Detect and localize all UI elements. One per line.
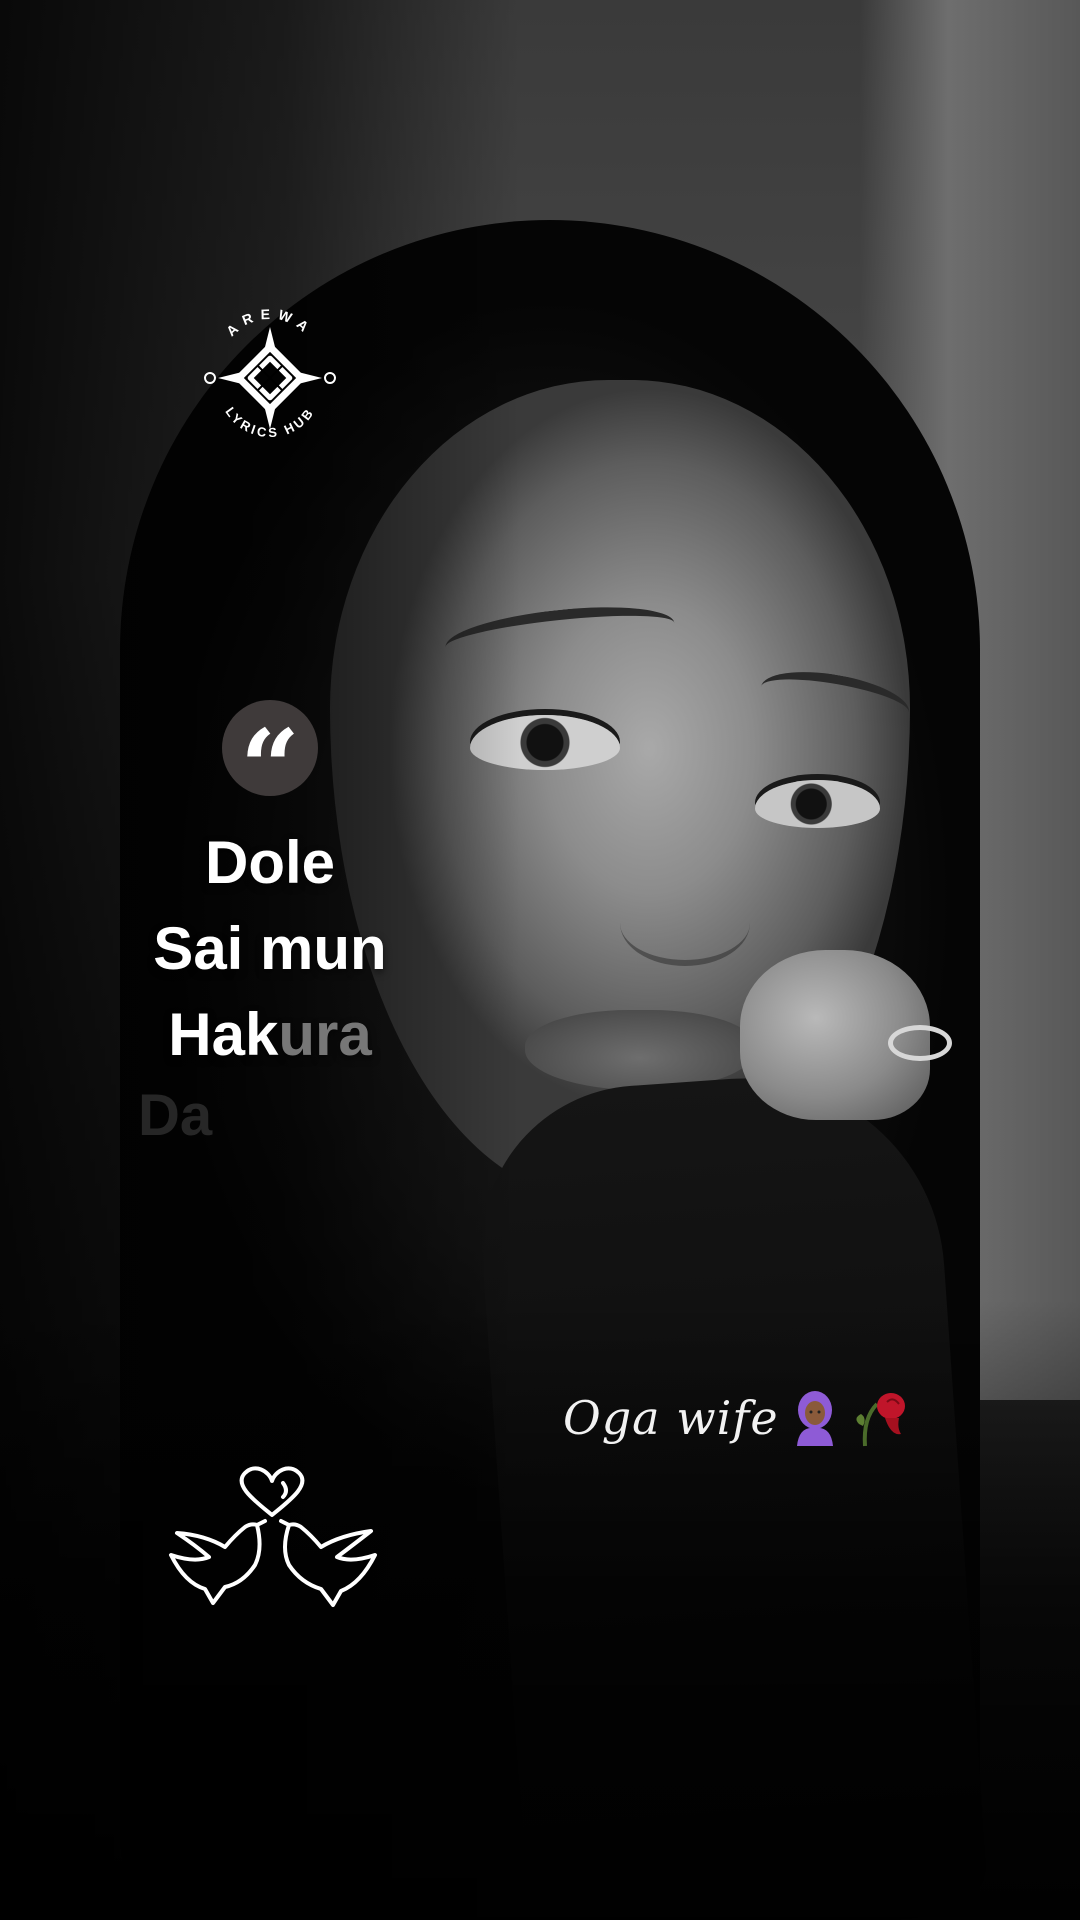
ring <box>888 1025 952 1061</box>
lyric-next-line-faded: Da <box>138 1083 213 1148</box>
celtic-knot-logo-icon: AREWA LYRICS HUB <box>204 306 336 440</box>
lyric-line-1: Dole <box>204 829 336 896</box>
bottom-shade <box>0 1300 1080 1920</box>
lyric-line-3-fading: ura <box>278 1001 372 1068</box>
arewa-lyrics-hub-logo: AREWA LYRICS HUB <box>200 305 340 455</box>
wilted-rose-icon <box>855 1393 905 1447</box>
lips <box>525 1010 755 1090</box>
lyric-line-2: Sai mun <box>153 915 387 982</box>
lyric-line-3: Hakura <box>60 992 480 1078</box>
doves-with-heart-icon <box>169 1466 377 1607</box>
quote-badge: “ <box>222 700 318 820</box>
nose <box>620 880 750 966</box>
video-frame: AREWA LYRICS HUB “ Dole Sai mun Hakura D… <box>0 0 1080 1920</box>
signature: Oga wife <box>563 1388 913 1448</box>
quote-open-icon: “ <box>240 706 300 829</box>
signature-text: Oga wife <box>563 1391 779 1445</box>
woman-with-headscarf-icon <box>796 1391 833 1446</box>
lyrics-block: Dole Sai mun Hakura <box>60 820 480 1078</box>
lyric-line-3-visible: Hak <box>168 1001 279 1068</box>
